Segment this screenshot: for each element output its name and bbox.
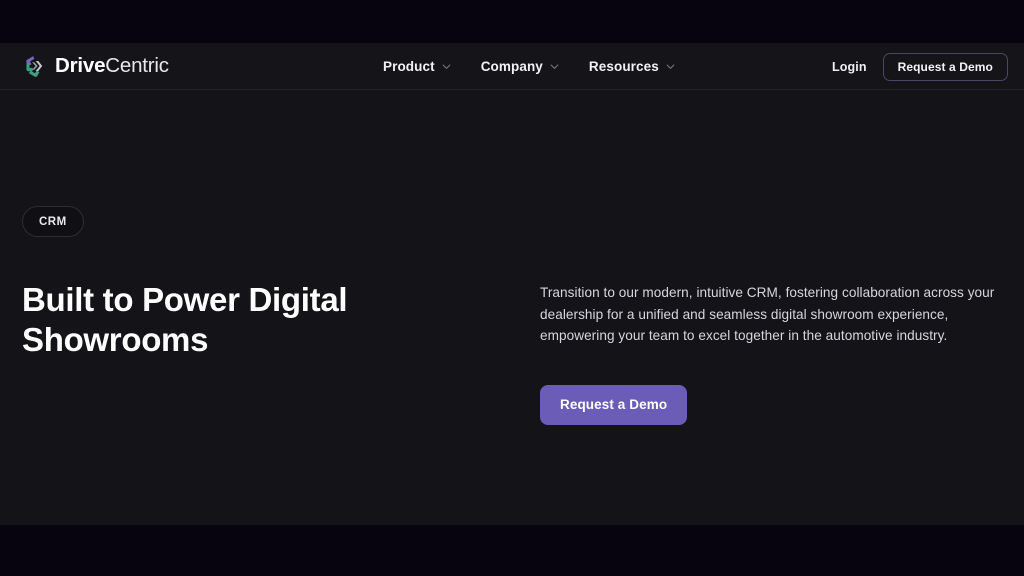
page-content: DriveCentric Product Company Resources L… <box>0 43 1024 525</box>
main-navigation: Product Company Resources <box>383 43 675 90</box>
login-link[interactable]: Login <box>832 60 867 74</box>
nav-item-product[interactable]: Product <box>383 59 451 74</box>
crm-category-badge: CRM <box>22 206 84 237</box>
brand-name-regular: Centric <box>105 53 169 77</box>
chevron-down-icon <box>550 64 559 69</box>
drivecentric-pinwheel-logo-icon <box>26 56 43 77</box>
brand-logo-link[interactable]: DriveCentric <box>22 54 169 78</box>
brand-wordmark: DriveCentric <box>55 53 169 77</box>
chevron-down-icon <box>666 64 675 69</box>
nav-item-resources[interactable]: Resources <box>589 59 675 74</box>
letterbox-top-bar <box>0 0 1024 43</box>
site-header: DriveCentric Product Company Resources L… <box>0 43 1024 90</box>
letterbox-bottom-bar <box>0 525 1024 576</box>
nav-item-company[interactable]: Company <box>481 59 559 74</box>
chevron-down-icon <box>442 64 451 69</box>
hero-right-column: Transition to our modern, intuitive CRM,… <box>540 282 1010 425</box>
header-request-demo-button[interactable]: Request a Demo <box>882 52 1008 81</box>
hero-request-demo-button[interactable]: Request a Demo <box>540 384 688 425</box>
brand-name-bold: Drive <box>55 53 106 77</box>
browser-viewport: DriveCentric Product Company Resources L… <box>0 0 1024 576</box>
page-title: Built to Power Digital Showrooms <box>22 281 348 358</box>
hero-description: Transition to our modern, intuitive CRM,… <box>540 285 995 343</box>
header-actions: Login Request a Demo <box>832 43 1008 90</box>
nav-item-resources-label: Resources <box>588 59 659 74</box>
nav-item-product-label: Product <box>383 59 435 74</box>
nav-item-company-label: Company <box>480 59 543 74</box>
